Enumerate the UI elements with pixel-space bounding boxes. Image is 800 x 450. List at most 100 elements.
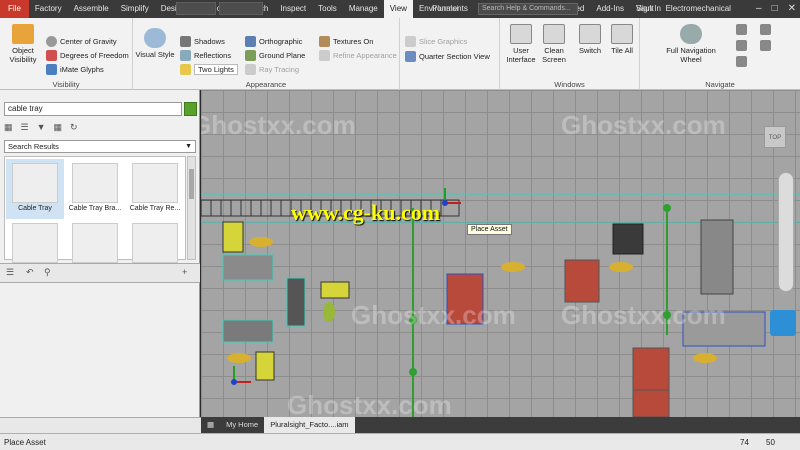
view-face-button[interactable] bbox=[760, 24, 771, 35]
workstation[interactable] bbox=[222, 221, 244, 253]
panel-scrollbar[interactable] bbox=[187, 156, 196, 260]
two-lights-dropdown[interactable]: Two Lights bbox=[180, 64, 238, 75]
tab-add-ins[interactable]: Add-Ins bbox=[590, 0, 630, 18]
tab-assemble[interactable]: Assemble bbox=[68, 0, 115, 18]
operator-figure-3[interactable] bbox=[227, 353, 251, 363]
operator-figure-4[interactable] bbox=[501, 262, 525, 272]
conveyor-node-3[interactable] bbox=[663, 204, 671, 212]
asset-thumbnail bbox=[12, 223, 58, 263]
degrees-of-freedom-button[interactable]: Degrees of Freedom bbox=[46, 50, 129, 61]
minimize-icon[interactable]: – bbox=[756, 0, 762, 18]
tab-simplify[interactable]: Simplify bbox=[115, 0, 155, 18]
asset-search-input[interactable]: cable tray bbox=[4, 102, 182, 116]
search-icon[interactable]: ⚲ bbox=[44, 267, 51, 278]
maximize-icon[interactable]: □ bbox=[772, 0, 778, 18]
asset-tile-cable-tray-bracket[interactable]: Cable Tray Bra... bbox=[66, 159, 124, 219]
quick-access-dropdown-2[interactable] bbox=[219, 2, 263, 15]
tile-all-button[interactable]: Tile All bbox=[608, 24, 636, 55]
tab-factory[interactable]: Factory bbox=[29, 0, 68, 18]
cube-icon[interactable] bbox=[770, 310, 796, 336]
user-interface-button[interactable]: User Interface bbox=[506, 24, 536, 64]
viewcube[interactable]: TOP bbox=[764, 126, 786, 148]
workstation-3[interactable] bbox=[255, 351, 275, 381]
grid-view-icon[interactable]: ▦ bbox=[54, 122, 63, 133]
center-of-gravity-button[interactable]: Center of Gravity bbox=[46, 36, 117, 47]
panel-toolbar: ▦ ☰ ▼ ▦ ↻ bbox=[4, 122, 78, 133]
imate-glyphs-button[interactable]: iMate Glyphs bbox=[46, 64, 104, 75]
electrical-cabinet[interactable] bbox=[612, 223, 644, 255]
reflections-icon bbox=[180, 50, 191, 61]
3d-viewport[interactable]: Ghostxx.com Ghostxx.com Ghostxx.com Ghos… bbox=[201, 90, 800, 417]
object-visibility-icon bbox=[12, 24, 34, 44]
add-icon[interactable]: + bbox=[182, 267, 187, 277]
search-go-button[interactable] bbox=[184, 102, 197, 116]
machine-bed-2[interactable] bbox=[222, 319, 274, 343]
undo-icon[interactable]: ↶ bbox=[26, 267, 34, 278]
tab-view[interactable]: View bbox=[383, 0, 413, 18]
tall-cabinet[interactable] bbox=[700, 219, 734, 295]
list-view-icon[interactable]: ☰ bbox=[21, 122, 29, 133]
filter-icon[interactable]: ▼ bbox=[37, 122, 46, 133]
place-asset-tooltip: Place Asset bbox=[467, 224, 512, 235]
search-results-dropdown[interactable]: Search Results ▼ bbox=[4, 140, 196, 153]
quarter-section-icon bbox=[405, 51, 416, 62]
asset-tile-cable-tray-reducer[interactable]: Cable Tray Re... bbox=[126, 159, 184, 219]
refresh-icon[interactable]: ↻ bbox=[70, 122, 78, 133]
scrollbar-thumb[interactable] bbox=[189, 169, 194, 199]
quick-access-dropdown[interactable] bbox=[176, 2, 216, 15]
tab-tools[interactable]: Tools bbox=[312, 0, 343, 18]
watermark-2: Ghostxx.com bbox=[561, 110, 726, 140]
folder-icon[interactable]: ▦ bbox=[4, 122, 13, 133]
status-message: Place Asset bbox=[4, 438, 46, 447]
storage-rack-2[interactable] bbox=[564, 259, 600, 303]
close-icon[interactable]: ✕ bbox=[788, 0, 796, 18]
shadows-button[interactable]: Shadows bbox=[180, 36, 225, 47]
help-search-input[interactable]: Search Help & Commands... bbox=[478, 3, 578, 15]
machine-bed[interactable] bbox=[222, 254, 274, 281]
operator-figure-5[interactable] bbox=[609, 262, 633, 272]
operator-figure[interactable] bbox=[249, 237, 273, 247]
switch-window-icon bbox=[579, 24, 601, 44]
sign-in-link[interactable]: Sign In bbox=[636, 0, 661, 18]
full-navigation-wheel-button[interactable]: Full Navigation Wheel bbox=[662, 24, 720, 64]
tab-manage[interactable]: Manage bbox=[343, 0, 384, 18]
tab-electromechanical[interactable]: Electromechanical bbox=[660, 0, 737, 18]
switch-button[interactable]: Switch bbox=[576, 24, 604, 55]
conveyor-node-2[interactable] bbox=[409, 368, 417, 376]
pan-button[interactable] bbox=[736, 24, 747, 35]
status-bar: Place Asset 74 50 bbox=[0, 433, 800, 450]
ray-tracing-button[interactable]: Ray Tracing bbox=[245, 64, 299, 75]
visual-style-button[interactable]: Visual Style bbox=[135, 28, 175, 59]
tab-document[interactable]: Pluralsight_Facto....iam bbox=[264, 417, 355, 433]
tab-file[interactable]: File bbox=[0, 0, 29, 18]
operator-figure-6[interactable] bbox=[693, 353, 717, 363]
slice-graphics-button[interactable]: Slice Graphics bbox=[405, 36, 467, 47]
reflections-button[interactable]: Reflections bbox=[180, 50, 231, 61]
storage-rack-3[interactable] bbox=[632, 347, 670, 391]
navigation-bar[interactable] bbox=[778, 172, 794, 292]
ribbon-tabs: FileFactoryAssembleSimplifyDesign3D Mode… bbox=[0, 0, 737, 18]
machine-column[interactable] bbox=[286, 277, 306, 327]
object-visibility-button[interactable]: Object Visibility bbox=[6, 24, 40, 64]
clean-screen-button[interactable]: Clean Screen bbox=[540, 24, 568, 64]
browser-menu-icon[interactable]: ☰ bbox=[6, 267, 14, 278]
status-count-2: 50 bbox=[766, 438, 775, 447]
visual-style-icon bbox=[144, 28, 166, 48]
quarter-section-view-dropdown[interactable]: Quarter Section View bbox=[405, 51, 490, 62]
refine-appearance-button[interactable]: Refine Appearance bbox=[319, 50, 397, 61]
asset-tile-cable-tray[interactable]: Cable Tray bbox=[6, 159, 64, 219]
workstation-2[interactable] bbox=[320, 281, 350, 299]
ground-plane-button[interactable]: Ground Plane bbox=[245, 50, 305, 61]
tab-home[interactable]: My Home bbox=[220, 417, 264, 433]
clean-screen-icon bbox=[543, 24, 565, 44]
tab-grid-icon[interactable]: ▦ bbox=[201, 417, 220, 433]
operator-figure-2[interactable] bbox=[323, 302, 335, 322]
tab-inspect[interactable]: Inspect bbox=[274, 0, 312, 18]
home-view-button[interactable] bbox=[760, 40, 771, 51]
storage-rack-4[interactable] bbox=[632, 389, 670, 417]
orbit-button[interactable] bbox=[736, 56, 747, 67]
orthographic-dropdown[interactable]: Orthographic bbox=[245, 36, 302, 47]
watermark-5: Ghostxx.com bbox=[561, 300, 726, 330]
textures-on-dropdown[interactable]: Textures On bbox=[319, 36, 373, 47]
zoom-button[interactable] bbox=[736, 40, 747, 51]
